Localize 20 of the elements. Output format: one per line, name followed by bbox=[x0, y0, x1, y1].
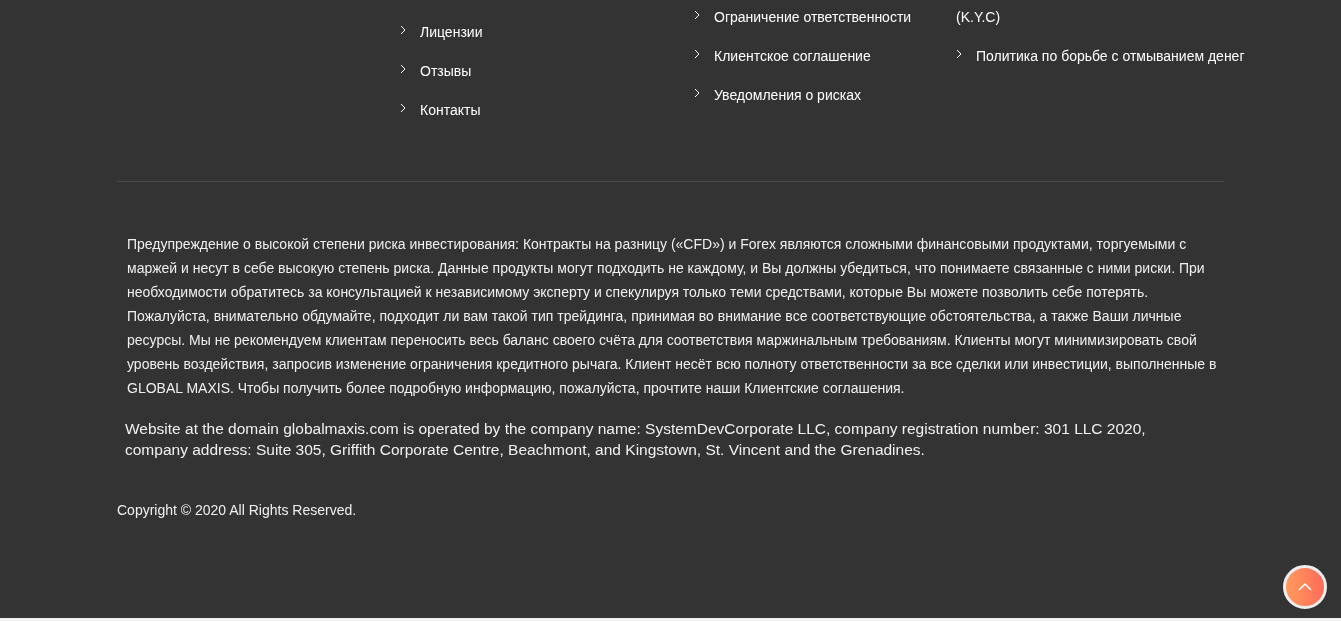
footer-link[interactable]: Ограничение ответственности bbox=[694, 5, 924, 29]
copyright-text: Copyright © 2020 All Rights Reserved. bbox=[117, 501, 357, 520]
footer-link[interactable]: Лицензии bbox=[400, 20, 662, 44]
chevron-up-icon bbox=[1298, 583, 1312, 591]
footer-link[interactable]: Политика по борьбе с отмыванием денег bbox=[956, 44, 1256, 68]
chevron-icon bbox=[694, 88, 700, 98]
footer-link[interactable]: Клиентское соглашение bbox=[694, 44, 924, 68]
chevron-icon bbox=[694, 10, 700, 20]
risk-warning: Предупреждение о высокой степени риска инвестирования: Контракты на разницу («CFD») и Forex являются сложными финансовыми продуктами, торгуемыми с маржей и несут в себе высокую степень риска. Данные продукты могут подходить не каждому, и Вы должны убедиться, что понимаете связанные с ними риски. При необходимости обратитесь за консультацией к независимому эксперту и спекулируя только теми средствами, которые Вы можете позволить себе потерять. Пожалуйста, внимательно обдумайте, подходит ли вам такой тип трейдинга, принимая во внимание все соответствующие обстоятельства, а также Ваши личные ресурсы. Мы не рекомендуем клиентам переносить весь баланс своего счёта для соответствия маржинальным требованиям. Клиенты могут минимизировать свой уровень воздействия, запросив изменение ограничения кредитного рычага. Клиент несёт всю полноту ответственности за все сделки или инвестиции, выполненные в GLOBAL MAXIS. Чтобы получить более подробную информацию, пожалуйста, прочтите наши Клиентские соглашения. bbox=[127, 235, 1217, 398]
chevron-icon bbox=[956, 49, 962, 59]
chevron-icon bbox=[400, 25, 406, 35]
chevron-icon bbox=[400, 103, 406, 113]
chevron-icon bbox=[400, 64, 406, 74]
footer-link[interactable]: Отзывы bbox=[400, 59, 662, 83]
chevron-icon bbox=[694, 49, 700, 59]
company-info: Website at the domain globalmaxis.com is operated by the company name: SystemDevCorporate LLC, company registration number: 301 LLC 2020, company address: Suite 305, Griffith Corporate Centre, Beachmont, and Kingstown, St. Vincent and the Grenadines. bbox=[125, 419, 1147, 460]
footer-link[interactable]: (K.Y.C) bbox=[956, 5, 1256, 29]
scroll-to-top-button[interactable] bbox=[1283, 565, 1327, 609]
footer-link[interactable]: Контакты bbox=[400, 98, 662, 122]
footer-link[interactable]: Уведомления о рисках bbox=[694, 83, 924, 107]
